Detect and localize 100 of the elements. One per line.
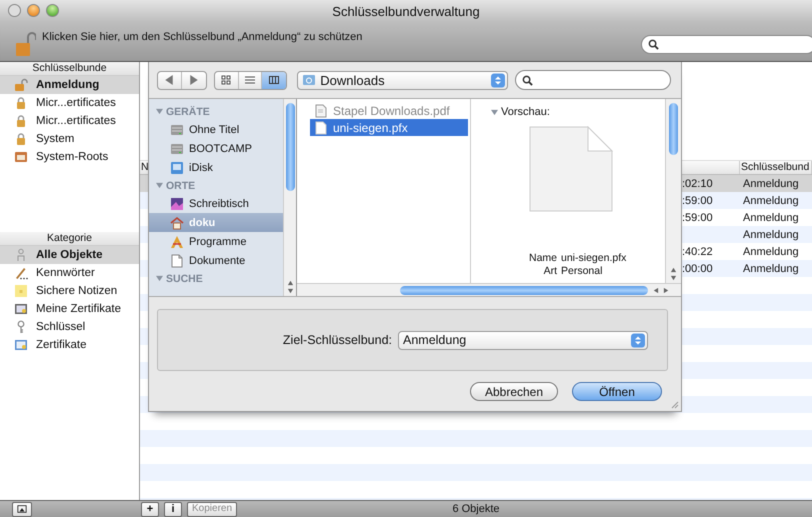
- info-value: Personal: [561, 265, 604, 277]
- table-cell: Anmeldung: [743, 246, 799, 258]
- file-name: uni-siegen.pfx: [333, 120, 408, 134]
- scroll-thumb[interactable]: [286, 103, 294, 191]
- up-arrow-icon[interactable]: [286, 279, 294, 286]
- category-label: Meine Zertifikate: [36, 303, 122, 315]
- lock-message[interactable]: Klicken Sie hier, um den Schlüsselbund „Anmeldung“ zu schützen: [42, 30, 362, 42]
- table-cell: :40:22: [682, 246, 713, 258]
- keychain-item[interactable]: System-Roots: [0, 148, 139, 166]
- screen-icon: [17, 504, 27, 514]
- info-value: uni-siegen.pfx: [561, 252, 628, 264]
- document-icon: [170, 254, 184, 268]
- zoom-button[interactable]: [46, 4, 59, 17]
- scroll-thumb[interactable]: [400, 286, 648, 294]
- category-item[interactable]: Schlüssel: [0, 318, 139, 336]
- sidebar-label: Schreibtisch: [189, 198, 249, 210]
- disclosure-triangle-icon[interactable]: [491, 108, 498, 116]
- section-header: Schlüsselbunde: [0, 62, 139, 76]
- disclosure-triangle-icon[interactable]: [156, 108, 163, 115]
- padlock-icon: [14, 114, 28, 128]
- location-popup[interactable]: Downloads: [297, 70, 508, 90]
- window-title: Schlüsselbundverwaltung: [332, 4, 480, 18]
- close-button[interactable]: [8, 4, 21, 17]
- sidebar-item[interactable]: Schreibtisch: [149, 194, 283, 213]
- scroll-thumb[interactable]: [669, 103, 678, 155]
- info-label: Name: [528, 252, 557, 264]
- left-arrow-icon: [164, 75, 174, 85]
- toolbar-button[interactable]: i: [164, 502, 182, 516]
- sidebar-item[interactable]: Ohne Titel: [149, 120, 283, 139]
- document-icon: [314, 104, 328, 118]
- category-label: Zertifikate: [36, 339, 86, 351]
- target-keychain-label: Ziel-Schlüsselbund:: [282, 333, 392, 347]
- sidebar-label: iDisk: [189, 162, 213, 174]
- house-icon: [170, 216, 184, 230]
- padlock-icon: [14, 96, 28, 110]
- desktop-picture-icon: [170, 196, 184, 210]
- search-field[interactable]: [641, 35, 812, 54]
- category-item[interactable]: Meine Zertifikate: [0, 300, 139, 318]
- table-cell: Anmeldung: [743, 178, 799, 190]
- disclosure-triangle-icon[interactable]: [156, 182, 163, 189]
- drive-icon: [170, 122, 184, 136]
- keychain-label: Micr...ertificates: [36, 115, 116, 127]
- category-label: Alle Objekte: [36, 249, 102, 261]
- sidebar-item[interactable]: iDisk: [149, 158, 283, 177]
- keychain-item[interactable]: Micr...ertificates: [0, 94, 139, 112]
- category-item[interactable]: Sichere Notizen: [0, 282, 139, 300]
- search-icon: [648, 39, 659, 50]
- down-arrow-icon[interactable]: [286, 288, 294, 295]
- resize-grip-icon[interactable]: [669, 399, 679, 409]
- left-arrow-icon[interactable]: [652, 286, 659, 294]
- open-padlock-icon: [14, 78, 28, 92]
- category-item[interactable]: Kennwörter: [0, 264, 139, 282]
- disclosure-triangle-icon[interactable]: [156, 275, 163, 282]
- search-icon: [522, 74, 533, 86]
- keychain-popup[interactable]: Anmeldung: [398, 330, 648, 350]
- category-item[interactable]: Zertifikate: [0, 336, 139, 354]
- pencil-ruler-icon: [170, 234, 184, 248]
- sidebar-label: BOOTCAMP: [189, 142, 252, 154]
- certificate-icon: [14, 338, 28, 352]
- minimize-button[interactable]: [27, 4, 40, 17]
- file-item[interactable]: uni-siegen.pfx: [310, 119, 468, 136]
- scrollbar[interactable]: [297, 283, 681, 296]
- table-cell: :02:10: [682, 178, 713, 190]
- toolbar-button[interactable]: +: [141, 502, 159, 516]
- sidebar-label: doku: [189, 216, 216, 228]
- search-field[interactable]: [515, 70, 671, 90]
- section-header: ORTE: [166, 180, 196, 192]
- section-header: SUCHE: [166, 272, 203, 284]
- keychain-item[interactable]: Micr...ertificates: [0, 112, 139, 130]
- view-mode-button[interactable]: [262, 72, 286, 88]
- keychain-item[interactable]: System: [0, 130, 139, 148]
- sidebar-item[interactable]: BOOTCAMP: [149, 139, 283, 158]
- right-arrow-icon[interactable]: [663, 286, 670, 294]
- column-header[interactable]: Schlüsselbund: [740, 161, 812, 174]
- table-cell: Anmeldung: [743, 228, 799, 240]
- stepper-icon: [631, 332, 645, 348]
- scrollbar[interactable]: [665, 99, 681, 283]
- sidebar-item[interactable]: Programme: [149, 232, 283, 251]
- scrollbar[interactable]: [283, 99, 296, 296]
- pen-icon: [14, 266, 28, 280]
- table-cell: :00:00: [682, 262, 713, 274]
- info-label: Art: [542, 265, 557, 277]
- sidebar-label: Ohne Titel: [189, 124, 240, 136]
- table-cell: :59:00: [682, 194, 713, 206]
- show-sidebar-button[interactable]: [12, 502, 32, 516]
- table-cell: Anmeldung: [743, 212, 799, 224]
- cancel-button[interactable]: Abbrechen: [470, 382, 558, 401]
- keychain-item[interactable]: Anmeldung: [0, 76, 139, 94]
- keychain-label: Micr...ertificates: [36, 97, 116, 109]
- down-arrow-icon[interactable]: [670, 275, 677, 282]
- open-button[interactable]: Öffnen: [572, 382, 662, 401]
- keychain-label: Anmeldung: [36, 79, 100, 91]
- file-name: Stapel Downloads.pdf: [333, 104, 450, 118]
- table-cell: Anmeldung: [743, 194, 799, 206]
- open-padlock-icon: [16, 30, 36, 56]
- sidebar-item[interactable]: Dokumente: [149, 251, 283, 270]
- up-arrow-icon[interactable]: [670, 266, 677, 273]
- category-item[interactable]: Alle Objekte: [0, 246, 139, 264]
- list-icon: [244, 75, 255, 85]
- category-label: Sichere Notizen: [36, 285, 118, 297]
